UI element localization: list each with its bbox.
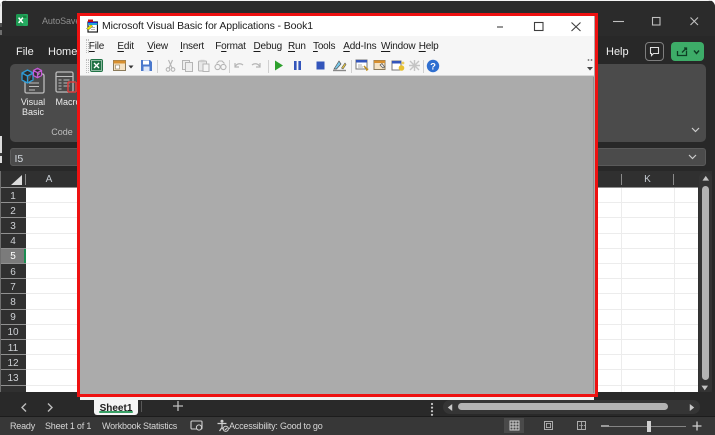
svg-text:?: ? bbox=[430, 61, 436, 72]
